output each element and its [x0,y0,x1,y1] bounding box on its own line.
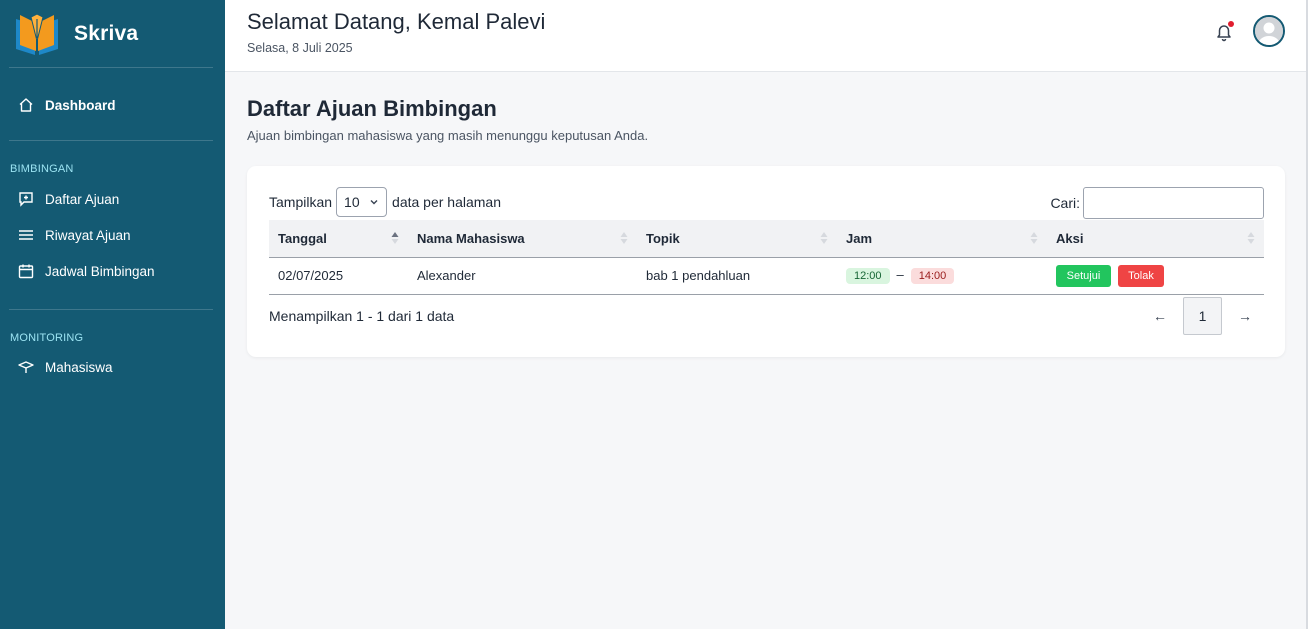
page-length-suffix: data per halaman [392,194,501,210]
search-control: Cari: [1050,187,1264,219]
sidebar-item-dashboard[interactable]: Dashboard [0,87,225,123]
end-time-badge: 14:00 [910,268,955,284]
chevron-down-icon [370,200,378,205]
notification-button[interactable] [1213,21,1235,43]
sort-icon [620,232,628,244]
search-label: Cari: [1050,195,1080,211]
add-square-icon [19,192,33,207]
sort-asc-icon [391,232,399,244]
top-header: Selamat Datang, Kemal Palevi Selasa, 8 J… [225,0,1306,72]
column-header-tanggal[interactable]: Tanggal [269,220,408,258]
page-length-prefix: Tampilkan [269,194,333,210]
column-header-label: Tanggal [278,230,327,246]
user-avatar-icon [1255,17,1283,45]
list-icon [19,230,33,240]
section-label-bimbingan: BIMBINGAN [10,163,74,175]
welcome-title: Selamat Datang, Kemal Palevi [247,9,546,34]
sidebar: Skriva Dashboard BIMBINGAN Daftar Ajuan … [0,0,225,629]
search-input[interactable] [1083,187,1264,219]
sidebar-item-label: Jadwal Bimbingan [45,263,155,279]
page-title: Daftar Ajuan Bimbingan [247,96,497,121]
sidebar-item-label: Riwayat Ajuan [45,227,131,243]
sort-icon [1030,232,1038,244]
graduation-cap-icon [18,361,34,373]
book-pen-logo [16,12,58,55]
submissions-table: Tanggal Nama Mahasiswa Topik Jam Aksi 02… [269,220,1264,295]
column-header-topik[interactable]: Topik [637,220,837,258]
page-length-control: Tampilkan 10 data per halaman [269,187,501,217]
column-header-jam[interactable]: Jam [837,220,1047,258]
page-number-button[interactable]: 1 [1183,297,1222,335]
time-separator: – [896,267,904,282]
page-length-select[interactable]: 10 [336,187,388,217]
cell-jam: 12:00–14:00 [837,257,1047,294]
table-header-row: Tanggal Nama Mahasiswa Topik Jam Aksi [269,220,1264,258]
column-header-label: Topik [646,230,680,246]
sidebar-item-label: Mahasiswa [45,359,113,375]
column-header-label: Nama Mahasiswa [417,230,525,246]
table-card: Tampilkan 10 data per halaman Cari: Tang… [247,166,1285,357]
cell-topik: bab 1 pendahluan [646,268,751,283]
sort-icon [1247,232,1255,244]
section-label-monitoring: MONITORING [10,332,84,344]
sort-icon [820,232,828,244]
pagination: ← 1 → [1141,297,1264,335]
sidebar-item-label: Daftar Ajuan [45,191,120,207]
table-row: 02/07/2025 Alexander bab 1 pendahluan 12… [269,257,1264,294]
sidebar-item-jadwal-bimbingan[interactable]: Jadwal Bimbingan [0,253,225,289]
page-length-value: 10 [344,194,360,210]
cell-nama: Alexander [417,268,476,283]
sidebar-item-mahasiswa[interactable]: Mahasiswa [0,349,225,385]
notification-dot [1228,21,1234,27]
home-icon [19,98,33,112]
page-subtitle: Ajuan bimbingan mahasiswa yang masih men… [247,128,649,143]
calendar-icon [18,264,34,279]
cell-tanggal: 02/07/2025 [278,268,344,283]
column-header-label: Jam [846,230,873,246]
column-header-nama[interactable]: Nama Mahasiswa [408,220,637,258]
current-date: Selasa, 8 Juli 2025 [247,41,353,55]
sidebar-item-riwayat-ajuan[interactable]: Riwayat Ajuan [0,217,225,253]
brand[interactable]: Skriva [0,0,225,67]
sidebar-item-daftar-ajuan[interactable]: Daftar Ajuan [0,181,225,217]
column-header-aksi[interactable]: Aksi [1047,220,1264,258]
approve-button[interactable]: Setujui [1056,264,1111,287]
table-info: Menampilkan 1 - 1 dari 1 data [269,308,455,324]
reject-button[interactable]: Tolak [1118,264,1164,287]
prev-page-button[interactable]: ← [1141,308,1179,324]
column-header-label: Aksi [1056,230,1084,246]
start-time-badge: 12:00 [846,268,890,284]
brand-name: Skriva [74,21,139,45]
cell-aksi: Setujui Tolak [1047,257,1264,294]
user-avatar[interactable] [1253,15,1285,47]
sidebar-item-label: Dashboard [45,97,116,113]
next-page-button[interactable]: → [1226,308,1264,324]
